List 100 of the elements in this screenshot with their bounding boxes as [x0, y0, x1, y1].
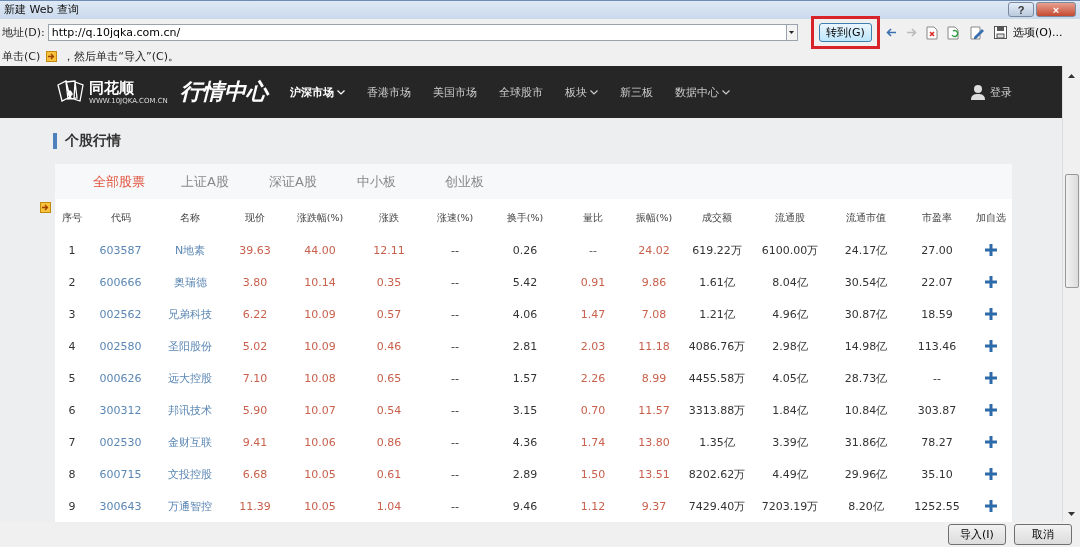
close-button[interactable]: ×: [1036, 2, 1076, 18]
add-button[interactable]: [985, 404, 997, 417]
stock-link[interactable]: 603587: [89, 234, 152, 267]
stock-link[interactable]: 奥瑞德: [152, 266, 228, 299]
stock-link[interactable]: 远大控股: [152, 362, 228, 395]
table-cell-text: --: [450, 370, 460, 387]
table-cell-text: 8.20亿: [847, 498, 885, 515]
login-link[interactable]: 登录: [971, 84, 1012, 101]
stock-link[interactable]: 002530: [89, 426, 152, 459]
go-button[interactable]: 转到(G): [818, 23, 872, 43]
nav-link[interactable]: 数据中心: [674, 84, 730, 100]
column-header: 振幅(%): [634, 210, 674, 225]
tab[interactable]: 创业板: [445, 172, 533, 191]
table-cell-text: 4.49亿: [771, 466, 809, 483]
stock-link[interactable]: 600666: [89, 266, 152, 299]
stock-link[interactable]: 000626: [89, 362, 152, 395]
table-cell-text: 24.17亿: [843, 242, 889, 259]
add-button[interactable]: [985, 468, 997, 481]
add-button[interactable]: [985, 340, 997, 353]
table-cell-text: 35.10: [920, 466, 954, 483]
scrollbar[interactable]: [1062, 66, 1080, 523]
table-cell-text: 9.37: [640, 498, 668, 515]
column-header: 换手(%): [505, 210, 545, 225]
add-button[interactable]: [985, 372, 997, 385]
column-header: 代码: [109, 210, 132, 225]
add-button[interactable]: [985, 276, 997, 289]
table-cell-text: --: [450, 274, 460, 291]
table-cell-text: 2.03: [579, 338, 607, 355]
help-button[interactable]: ?: [1008, 2, 1034, 18]
table-cell-text: 2.89: [511, 466, 539, 483]
table-cell-text: 10.05: [303, 498, 337, 515]
table-cell-text: 7.10: [241, 370, 269, 387]
stock-link[interactable]: 300643: [89, 490, 152, 523]
table-cell-text: 0.46: [375, 338, 403, 355]
table-cell-text: 0.57: [375, 306, 403, 323]
table-cell-text: 9.41: [241, 434, 269, 451]
table-cell-text: --: [450, 402, 460, 419]
stock-link[interactable]: 邦讯技术: [152, 394, 228, 427]
table-cell-text: 44.00: [303, 242, 337, 259]
table-cell-text: 2.81: [511, 338, 539, 355]
scroll-down-icon: [1068, 512, 1075, 517]
caret-icon: [789, 31, 795, 35]
column-header: 涨跌: [378, 210, 400, 225]
add-button[interactable]: [985, 500, 997, 513]
table-cell-text: 10.07: [303, 402, 337, 419]
table-cell-text: 1.61亿: [698, 274, 736, 291]
table-cell-text: 1.12: [579, 498, 607, 515]
tab[interactable]: 中小板: [357, 172, 445, 191]
column-header: 名称: [179, 210, 201, 225]
column-header: 流通市值: [845, 210, 887, 225]
address-field[interactable]: http://q.10jqka.com.cn/: [47, 24, 786, 42]
tab[interactable]: 深证A股: [269, 172, 357, 191]
column-header: 现价: [244, 210, 266, 225]
table-cell-text: 8.04亿: [771, 274, 809, 291]
table-cell-text: 6.68: [241, 466, 269, 483]
table-cell-text: 7: [67, 434, 77, 451]
table-cell-text: 6.22: [241, 306, 269, 323]
stock-link[interactable]: 圣阳股份: [152, 330, 228, 363]
table-cell-text: --: [450, 242, 460, 259]
import-button[interactable]: 导入(I): [948, 524, 1006, 546]
address-label: 地址(D):: [2, 25, 45, 41]
stock-link[interactable]: 002580: [89, 330, 152, 363]
table-cell-text: 11.57: [637, 402, 671, 419]
nav-link[interactable]: 全球股市: [498, 84, 543, 100]
table-cell-text: 78.27: [920, 434, 954, 451]
nav-link[interactable]: 板块: [564, 84, 598, 100]
user-icon: [971, 84, 985, 101]
stock-link[interactable]: 002562: [89, 298, 152, 331]
table-cell-text: 10.08: [303, 370, 337, 387]
stock-link[interactable]: 600715: [89, 458, 152, 491]
tab[interactable]: 上证A股: [181, 172, 269, 191]
stock-link[interactable]: 文投控股: [152, 458, 228, 491]
nav-link[interactable]: 沪深市场: [289, 84, 345, 100]
stock-link[interactable]: 金财互联: [152, 426, 228, 459]
tab[interactable]: 全部股票: [93, 172, 181, 191]
scroll-thumb[interactable]: [1064, 174, 1079, 289]
column-header: 市盈率: [921, 210, 953, 225]
scroll-up-icon: [1068, 74, 1075, 79]
add-button[interactable]: [985, 244, 997, 257]
section-title: 个股行情: [65, 132, 121, 151]
stock-link[interactable]: 万通智控: [152, 490, 228, 523]
table-cell-text: 1.04: [375, 498, 403, 515]
nav-link[interactable]: 新三板: [619, 84, 653, 100]
table-cell-text: 13.51: [637, 466, 671, 483]
stock-link[interactable]: N地素: [152, 234, 228, 267]
stock-link[interactable]: 300312: [89, 394, 152, 427]
table-cell-text: 9.86: [640, 274, 668, 291]
nav-link[interactable]: 美国市场: [432, 84, 477, 100]
add-button[interactable]: [985, 308, 997, 321]
table-cell-text: 11.18: [637, 338, 671, 355]
nav-link[interactable]: 香港市场: [366, 84, 411, 100]
table-cell-text: 39.63: [238, 242, 272, 259]
window-title: 新建 Web 查询: [4, 2, 79, 18]
table-cell-text: --: [450, 338, 460, 355]
table-cell-text: --: [588, 242, 598, 259]
add-button[interactable]: [985, 436, 997, 449]
options-button[interactable]: 选项(O)...: [1012, 25, 1063, 41]
table-cell-text: 30.87亿: [843, 306, 889, 323]
stock-link[interactable]: 兄弟科技: [152, 298, 228, 331]
cancel-button[interactable]: 取消: [1014, 524, 1072, 546]
